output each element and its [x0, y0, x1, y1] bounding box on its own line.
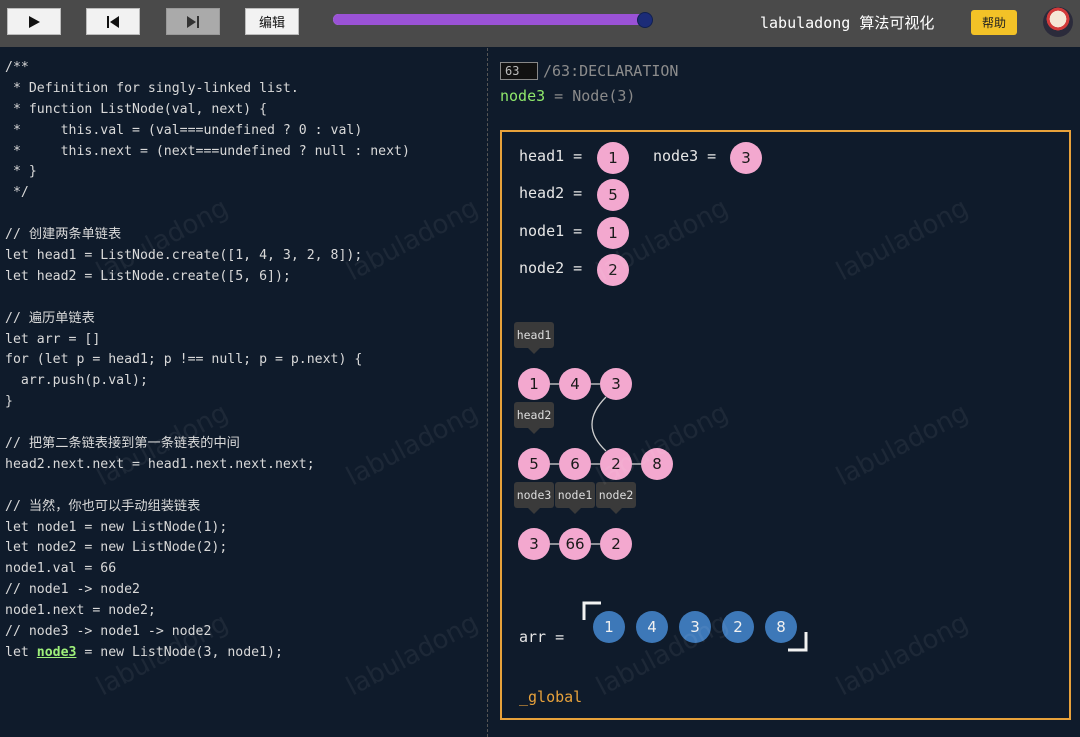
list-node[interactable]: 1	[518, 368, 550, 400]
var-node-node3[interactable]: 3	[730, 142, 762, 174]
list-node[interactable]: 2	[600, 528, 632, 560]
pointer-tag-head2: head2	[514, 402, 554, 434]
list-node[interactable]: 6	[559, 448, 591, 480]
list-node[interactable]: 3	[518, 528, 550, 560]
var-label-head2: head2 =	[519, 184, 583, 202]
var-label-node1: node1 =	[519, 222, 583, 240]
var-label-head1: head1 =	[519, 147, 583, 165]
list-node[interactable]: 4	[559, 368, 591, 400]
var-label-node2: node2 =	[519, 259, 583, 277]
arr-label: arr =	[519, 628, 565, 646]
array-element[interactable]: 1	[593, 611, 625, 643]
var-label-node3: node3 =	[653, 147, 717, 165]
global-scope-label: _global	[519, 688, 583, 706]
pointer-tag-head1: head1	[514, 322, 554, 354]
list-node[interactable]: 3	[600, 368, 632, 400]
var-node-head2[interactable]: 5	[597, 179, 629, 211]
list-node[interactable]: 5	[518, 448, 550, 480]
array-element[interactable]: 8	[765, 611, 797, 643]
list-node[interactable]: 66	[559, 528, 591, 560]
pointer-tag-node3: node3	[514, 482, 554, 514]
var-node-head1[interactable]: 1	[597, 142, 629, 174]
pointer-tag-node1: node1	[555, 482, 595, 514]
